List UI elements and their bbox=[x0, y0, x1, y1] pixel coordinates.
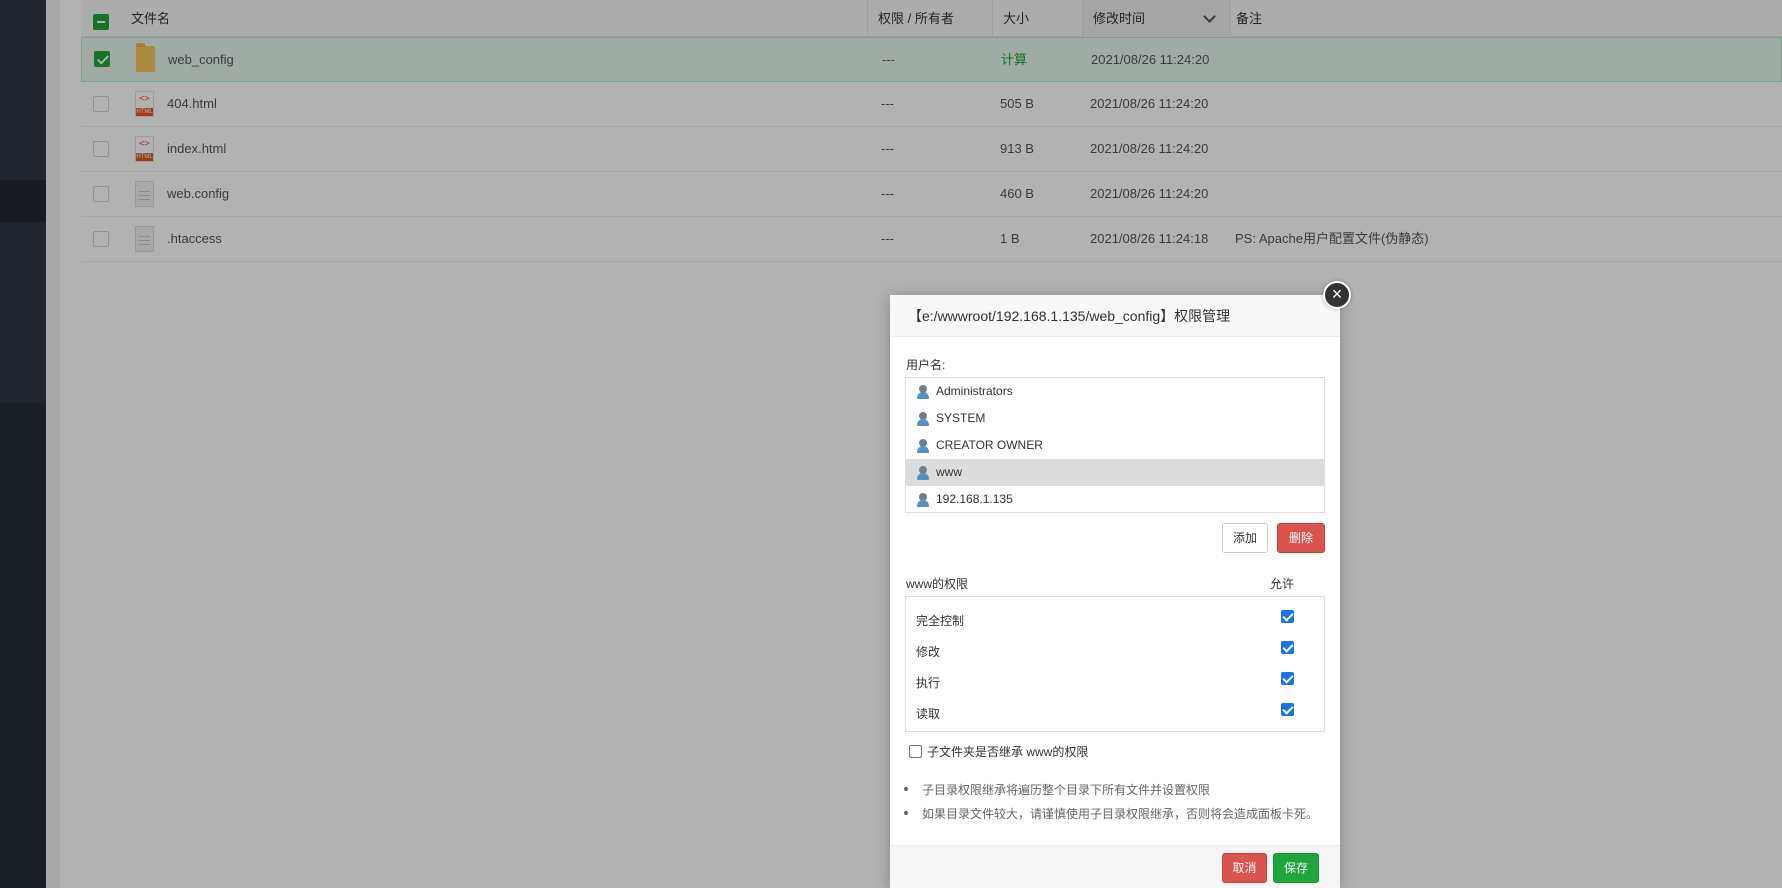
allow-header: 允许 bbox=[1270, 577, 1295, 591]
user-item[interactable]: Administrators bbox=[906, 378, 1324, 405]
perm-allow-checkbox[interactable] bbox=[1281, 641, 1294, 654]
user-list[interactable]: Administrators SYSTEM CREATOR OWNER www … bbox=[905, 377, 1325, 513]
dialog-title: 【e:/wwwroot/192.168.1.135/web_config】权限管… bbox=[890, 295, 1340, 337]
add-user-button[interactable]: 添加 bbox=[1222, 523, 1268, 553]
user-icon bbox=[916, 412, 930, 426]
user-icon bbox=[916, 385, 930, 399]
perm-label: 读取 bbox=[916, 707, 941, 721]
close-icon[interactable]: × bbox=[1323, 281, 1351, 309]
perm-label: 完全控制 bbox=[916, 614, 965, 628]
inherit-checkbox[interactable] bbox=[909, 745, 922, 758]
note-item: 如果目录文件较大，请谨慎使用子目录权限继承，否则将会造成面板卡死。 bbox=[903, 807, 1319, 821]
permission-list: 完全控制 修改 执行 读取 bbox=[905, 596, 1325, 732]
perm-title: www的权限 bbox=[906, 577, 968, 591]
user-name: 192.168.1.135 bbox=[936, 492, 1013, 506]
user-name: www bbox=[936, 465, 962, 479]
perm-label: 修改 bbox=[916, 645, 941, 659]
perm-label: 执行 bbox=[916, 676, 941, 690]
cancel-button[interactable]: 取消 bbox=[1222, 853, 1267, 883]
username-label: 用户名: bbox=[906, 358, 946, 372]
user-icon bbox=[916, 466, 930, 480]
dialog-footer: 取消 保存 bbox=[890, 845, 1340, 888]
user-item[interactable]: 192.168.1.135 bbox=[906, 486, 1324, 512]
user-item-selected[interactable]: www bbox=[906, 459, 1324, 486]
permission-dialog: 【e:/wwwroot/192.168.1.135/web_config】权限管… bbox=[890, 281, 1351, 888]
perm-allow-checkbox[interactable] bbox=[1281, 703, 1294, 716]
user-name: Administrators bbox=[936, 384, 1013, 398]
user-name: CREATOR OWNER bbox=[936, 438, 1043, 452]
inherit-label[interactable]: 子文件夹是否继承 www的权限 bbox=[927, 743, 1088, 760]
perm-allow-checkbox[interactable] bbox=[1281, 672, 1294, 685]
user-name: SYSTEM bbox=[936, 411, 986, 425]
delete-user-button[interactable]: 删除 bbox=[1277, 523, 1325, 553]
note-item: 子目录权限继承将遍历整个目录下所有文件并设置权限 bbox=[903, 783, 1211, 797]
perm-allow-checkbox[interactable] bbox=[1281, 610, 1294, 623]
user-item[interactable]: SYSTEM bbox=[906, 405, 1324, 432]
user-item[interactable]: CREATOR OWNER bbox=[906, 432, 1324, 459]
user-icon bbox=[916, 493, 930, 507]
save-button[interactable]: 保存 bbox=[1273, 853, 1319, 883]
user-icon bbox=[916, 439, 930, 453]
